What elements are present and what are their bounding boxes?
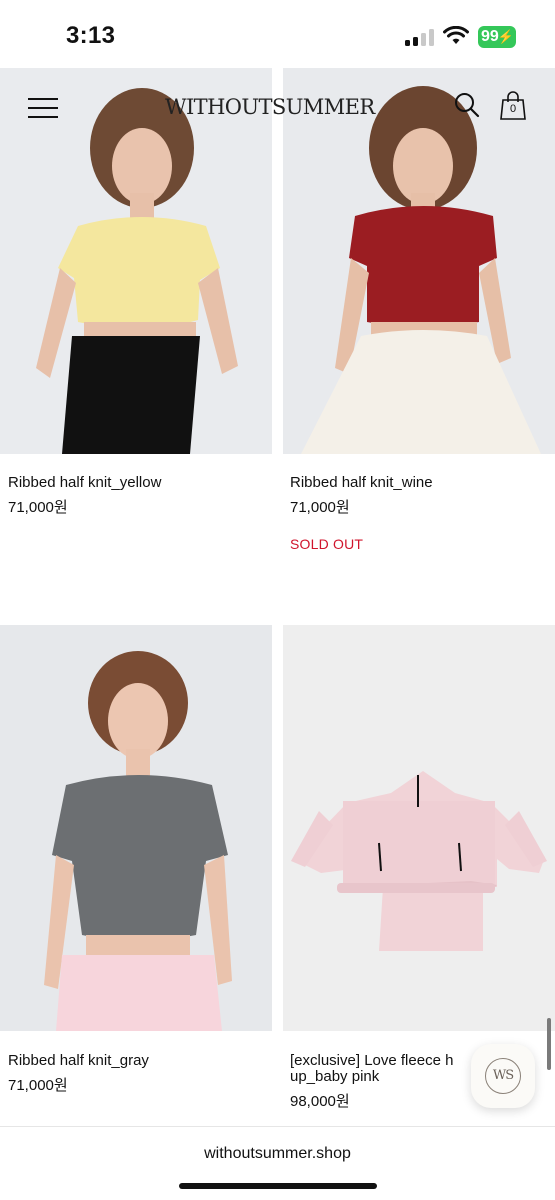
site-header: WITHOUTSUMMER 0	[0, 68, 555, 148]
ws-logo-icon: WS	[485, 1058, 521, 1094]
site-logo[interactable]: WITHOUTSUMMER	[165, 95, 375, 119]
battery-icon: 99 ⚡	[478, 26, 516, 48]
product-price: 71,000원	[8, 1077, 68, 1094]
sold-out-label: SOLD OUT	[290, 536, 364, 552]
status-bar: 3:13 99 ⚡	[0, 0, 555, 68]
search-icon[interactable]	[454, 92, 480, 118]
status-time: 3:13	[66, 22, 116, 49]
floating-badge-button[interactable]: WS	[471, 1044, 535, 1108]
scrollbar[interactable]	[547, 1018, 551, 1070]
hamburger-icon[interactable]	[28, 98, 58, 118]
product-price: 71,000원	[8, 499, 68, 516]
url-text[interactable]: withoutsummer.shop	[0, 1145, 555, 1163]
shopping-bag-icon[interactable]: 0	[499, 90, 527, 120]
cart-count: 0	[509, 103, 517, 115]
product-price: 98,000원	[290, 1093, 350, 1110]
product-image-pink-fleece[interactable]	[283, 625, 555, 1031]
browser-address-bar[interactable]: withoutsummer.shop	[0, 1126, 555, 1200]
product-name[interactable]: Ribbed half knit_wine	[290, 474, 433, 492]
home-indicator[interactable]	[179, 1183, 377, 1189]
wifi-icon	[443, 26, 469, 44]
product-image-gray[interactable]	[0, 625, 272, 1031]
product-name[interactable]: Ribbed half knit_gray	[8, 1052, 149, 1070]
signal-icon	[405, 28, 435, 46]
product-name-line2[interactable]: up_baby pink	[290, 1068, 379, 1086]
product-name[interactable]: Ribbed half knit_yellow	[8, 474, 161, 492]
battery-level: 99	[481, 28, 499, 45]
product-price: 71,000원	[290, 499, 350, 516]
